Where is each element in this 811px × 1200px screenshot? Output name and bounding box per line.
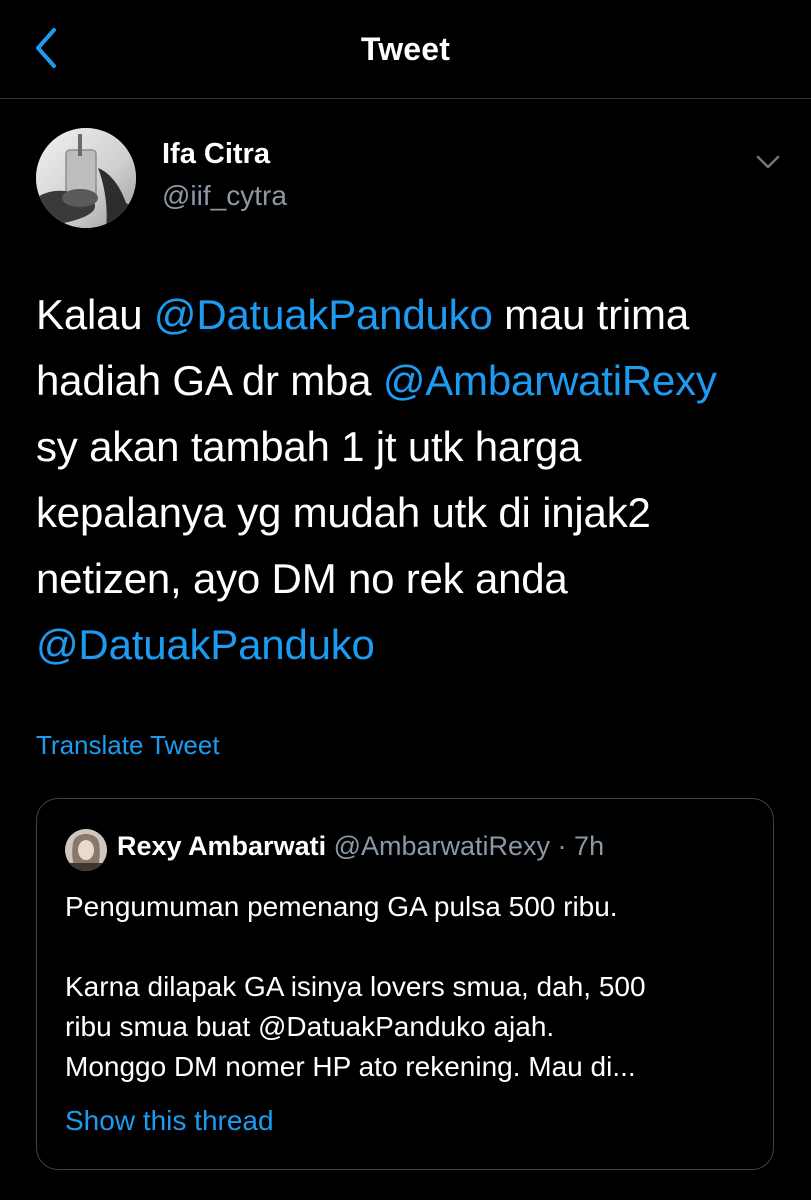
tweet-text-line: kepalanya yg mudah utk di injak2 xyxy=(36,480,786,546)
tweet-text-line: sy akan tambah 1 jt utk harga xyxy=(36,414,786,480)
quoted-tweet-text: Pengumuman pemenang GA pulsa 500 ribu. K… xyxy=(65,891,646,1082)
tweet-text-segment: hadiah GA dr mba xyxy=(36,357,383,404)
tweet-text-line: netizen, ayo DM no rek anda xyxy=(36,546,786,612)
tweet-text-segment: Kalau xyxy=(36,291,154,338)
show-thread-link[interactable]: Show this thread xyxy=(65,1105,274,1137)
top-bar: Tweet xyxy=(0,0,811,99)
author-avatar[interactable] xyxy=(36,128,136,228)
tweet-text-segment: netizen, ayo DM no rek anda xyxy=(36,555,568,602)
quoted-author-name: Rexy Ambarwati xyxy=(117,831,327,861)
translate-tweet-link[interactable]: Translate Tweet xyxy=(36,730,220,761)
mention-link[interactable]: @DatuakPanduko xyxy=(36,621,375,668)
mention-link[interactable]: @DatuakPanduko xyxy=(154,291,493,338)
quoted-header: Rexy Ambarwati @AmbarwatiRexy · 7h xyxy=(117,831,604,862)
tweet-text-line: hadiah GA dr mba @AmbarwatiRexy xyxy=(36,348,786,414)
avatar-photo xyxy=(36,128,136,228)
chevron-down-icon xyxy=(756,155,780,169)
author-handle[interactable]: @iif_cytra xyxy=(162,180,287,212)
page-title: Tweet xyxy=(360,30,451,67)
tweet-text-segment: mau trima xyxy=(492,291,689,338)
quoted-author-avatar xyxy=(65,829,107,871)
avatar-photo xyxy=(65,829,107,871)
tweet-text-line: Kalau @DatuakPanduko mau trima xyxy=(36,282,786,348)
mention-link[interactable]: @AmbarwatiRexy xyxy=(383,357,717,404)
quoted-handle-time: @AmbarwatiRexy · 7h xyxy=(326,831,605,861)
quoted-tweet-card[interactable]: Rexy Ambarwati @AmbarwatiRexy · 7h Pengu… xyxy=(36,798,774,1170)
tweet-text-segment: kepalanya yg mudah utk di injak2 xyxy=(36,489,651,536)
tweet-text-segment: sy akan tambah 1 jt utk harga xyxy=(36,423,582,470)
tweet-text: Kalau @DatuakPanduko mau trima hadiah GA … xyxy=(36,282,786,678)
author-name[interactable]: Ifa Citra xyxy=(162,138,270,171)
tweet-menu-button[interactable] xyxy=(748,144,788,180)
tweet-text-line: @DatuakPanduko xyxy=(36,612,786,678)
